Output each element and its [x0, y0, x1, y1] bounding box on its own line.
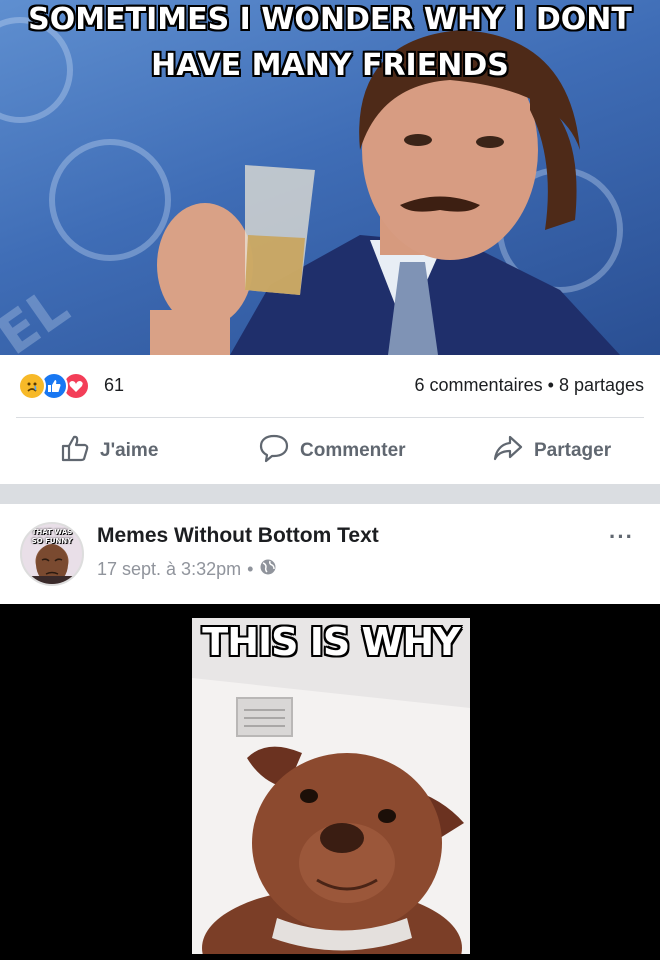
comment-count-link[interactable]: 6 commentaires [415, 375, 543, 395]
post-stats: 6 commentaires • 8 partages [415, 375, 644, 396]
share-button-label: Partager [534, 440, 612, 461]
share-button[interactable]: Partager [492, 434, 611, 468]
dog-photo-frame: THIS IS WHY [192, 618, 470, 954]
top-meme-caption-line1: SOMETIMES I WONDER WHY I DONT [28, 2, 632, 37]
top-meme-caption-line2: HAVE MANY FRIENDS [151, 48, 509, 83]
feed-separator [0, 484, 660, 504]
share-count-link[interactable]: 8 partages [559, 375, 644, 395]
more-options-button[interactable]: ··· [609, 524, 634, 550]
post-timestamp[interactable]: 17 sept. à 3:32pm [97, 559, 241, 580]
dog-photo [192, 618, 470, 954]
page-avatar[interactable]: THAT WAS SO FUNNY [20, 522, 84, 586]
top-meme-image[interactable]: EL SOMETIMES I WONDER WHY I DONT HAVE MA… [0, 0, 660, 355]
sad-reaction-icon [18, 372, 46, 400]
comment-button-label: Commenter [300, 440, 406, 461]
like-button-label: J'aime [100, 440, 159, 461]
page-name-link[interactable]: Memes Without Bottom Text [97, 524, 379, 548]
post-header: THAT WAS SO FUNNY Memes Without Bottom T… [0, 504, 660, 604]
comment-button[interactable]: Commenter [258, 434, 406, 468]
avatar-caption: THAT WAS SO FUNNY [31, 528, 73, 545]
speech-bubble-icon [258, 433, 290, 469]
reactions-summary: 61 6 commentaires • 8 partages [0, 355, 660, 417]
share-arrow-icon [492, 433, 524, 469]
post-actions: J'aime Commenter Partager [0, 418, 660, 484]
like-button[interactable]: J'aime [60, 434, 158, 468]
svg-text:EL: EL [0, 275, 80, 355]
stats-separator: • [547, 375, 554, 395]
globe-icon [259, 558, 277, 581]
reaction-count[interactable]: 61 [104, 375, 124, 396]
bottom-meme-image[interactable]: THIS IS WHY [0, 604, 660, 960]
bottom-meme-caption: THIS IS WHY [202, 620, 460, 664]
timestamp-separator: • [247, 559, 254, 579]
post-timestamp-row: 17 sept. à 3:32pm • [97, 558, 277, 581]
thumbs-up-icon [60, 433, 90, 469]
